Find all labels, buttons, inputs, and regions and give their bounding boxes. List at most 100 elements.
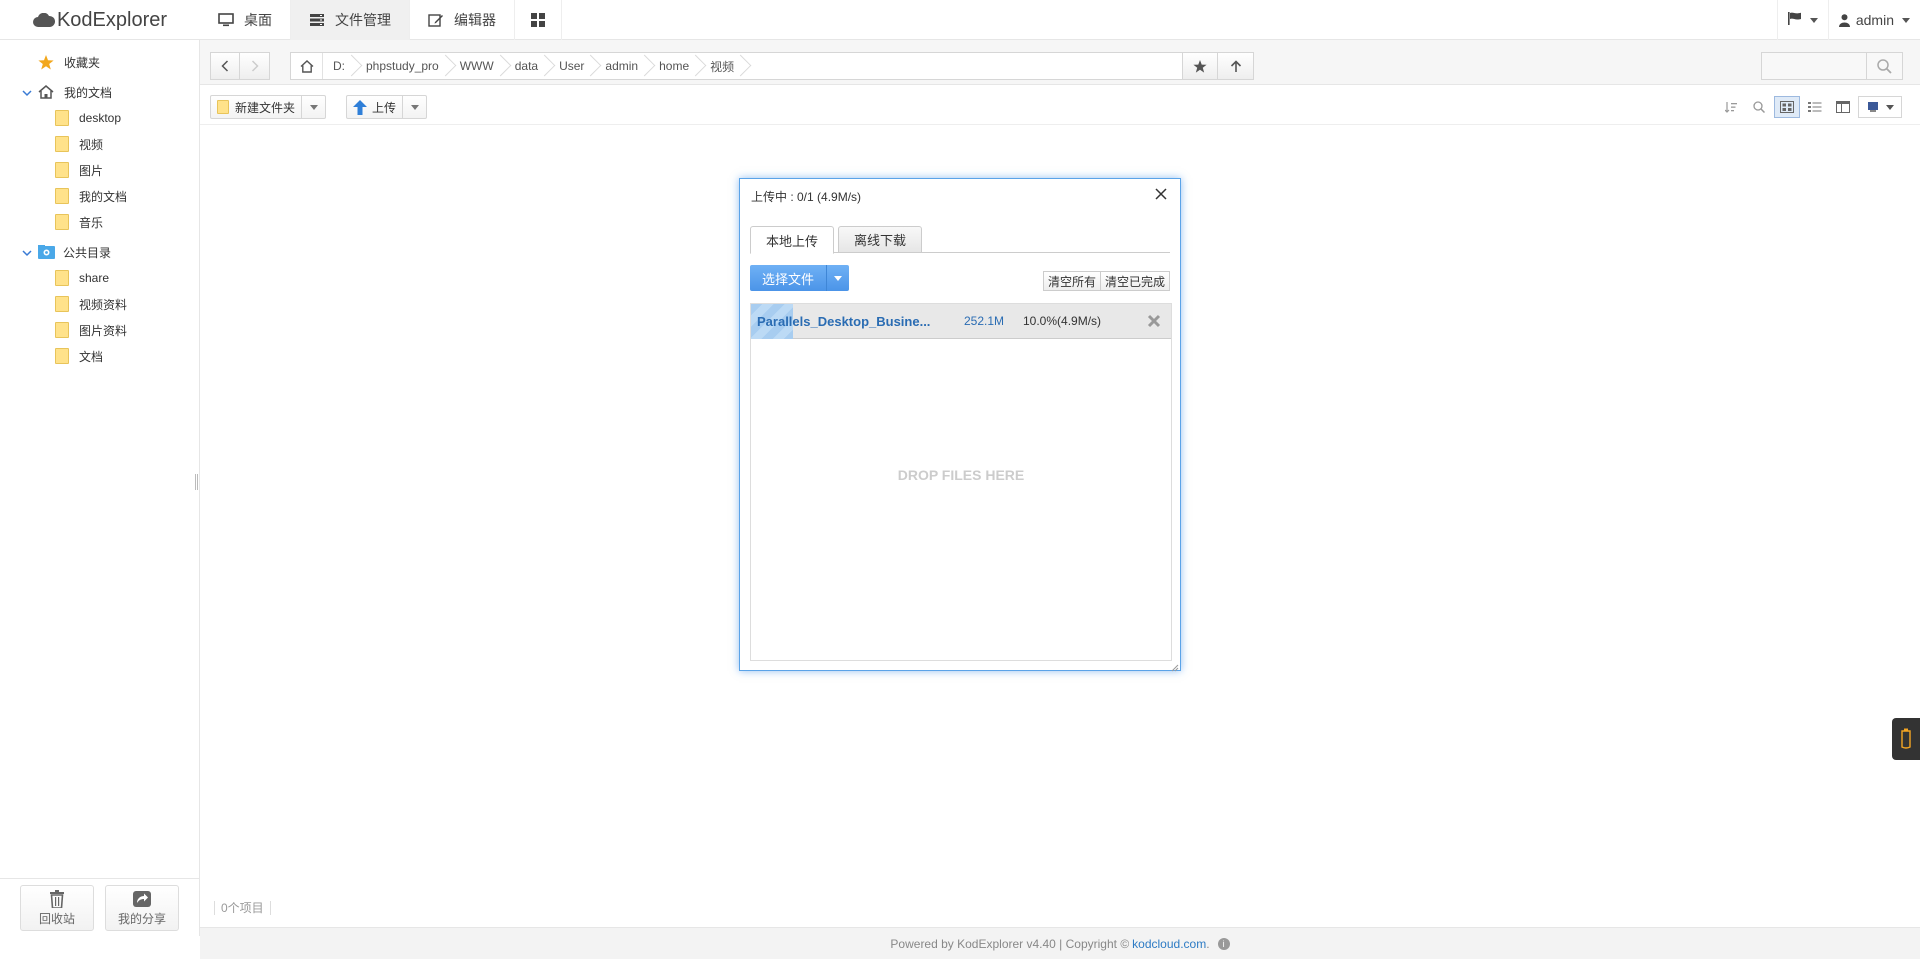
resize-grip-icon[interactable]: [1171, 661, 1179, 672]
desktop-icon: [218, 13, 234, 27]
address-bar: D: phpstudy_pro WWW data User admin home…: [200, 40, 1920, 85]
tab-local-upload[interactable]: 本地上传: [750, 226, 835, 254]
upload-dropdown-button[interactable]: [402, 96, 426, 118]
breadcrumb-item[interactable]: 视频: [700, 53, 745, 79]
folder-icon: [55, 270, 69, 286]
upload-list[interactable]: Parallels_Desktop_Busine... 252.1M 10.0%…: [750, 303, 1172, 661]
star-icon: [38, 54, 54, 70]
favorite-button[interactable]: [1182, 52, 1218, 80]
page-footer: Powered by KodExplorer v4.40 | Copyright…: [200, 927, 1920, 959]
upload-group: 上传: [346, 95, 428, 119]
choose-file-button[interactable]: 选择文件: [750, 265, 827, 291]
new-dropdown-button[interactable]: [301, 96, 325, 118]
parent-folder-button[interactable]: [1218, 52, 1254, 80]
tree-item-public[interactable]: 公共目录: [22, 241, 111, 263]
close-icon[interactable]: [1154, 187, 1168, 201]
sidebar-tree: 收藏夹 我的文档 desktop 视频 图片 我的文档 音乐 公共目录 shar…: [0, 40, 200, 936]
zoom-icon: [1753, 101, 1765, 113]
user-menu[interactable]: admin: [1827, 0, 1920, 40]
my-share-button[interactable]: 我的分享: [105, 885, 179, 931]
breadcrumb-item[interactable]: D:: [323, 53, 356, 79]
search-button[interactable]: [1866, 53, 1902, 79]
language-menu[interactable]: [1776, 0, 1828, 40]
footer-text: Powered by KodExplorer v4.40 | Copyright…: [890, 936, 1130, 951]
breadcrumb-item[interactable]: phpstudy_pro: [356, 53, 450, 79]
tab-offline-download[interactable]: 离线下载: [838, 226, 923, 253]
side-panel-toggle[interactable]: [1892, 718, 1920, 760]
zoom-button[interactable]: [1746, 96, 1772, 118]
forward-button[interactable]: [240, 52, 270, 80]
tree-label: share: [79, 271, 110, 285]
tree-item-picture-materials[interactable]: 图片资料: [55, 319, 127, 341]
breadcrumb-item[interactable]: data: [505, 53, 549, 79]
clear-all-button[interactable]: 清空所有: [1042, 271, 1101, 291]
tree-item-music[interactable]: 音乐: [55, 211, 103, 233]
breadcrumb-item[interactable]: home: [649, 53, 700, 79]
search-input[interactable]: [1762, 53, 1866, 79]
new-folder-button[interactable]: 新建文件夹: [211, 96, 301, 118]
folder-icon: [55, 110, 69, 126]
tree-label: 收藏夹: [64, 55, 101, 70]
history-buttons: [210, 52, 270, 80]
drop-zone-hint: DROP FILES HERE: [897, 467, 1025, 483]
breadcrumb-home[interactable]: [291, 53, 323, 79]
tree-item-video-materials[interactable]: 视频资料: [55, 293, 127, 315]
chevron-down-icon: [1885, 104, 1894, 110]
arrow-up-icon: [1230, 59, 1242, 73]
sort-button[interactable]: [1718, 96, 1744, 118]
tree-item-desktop[interactable]: desktop: [55, 107, 121, 129]
app-logo[interactable]: KodExplorer: [0, 0, 200, 40]
nav-file-manager[interactable]: 文件管理: [291, 0, 410, 40]
tree-label: 图片资料: [79, 323, 128, 338]
breadcrumb-item[interactable]: admin: [595, 53, 649, 79]
list-view-button[interactable]: [1802, 96, 1828, 118]
back-button[interactable]: [210, 52, 240, 80]
chevron-down-icon[interactable]: [22, 87, 32, 97]
upload-button[interactable]: 上传: [347, 96, 402, 118]
nav-desktop[interactable]: 桌面: [200, 0, 291, 40]
theme-select[interactable]: [1858, 96, 1902, 118]
choose-file-dropdown[interactable]: [826, 265, 850, 291]
info-icon[interactable]: i: [1217, 937, 1230, 950]
footer-period: .: [1206, 936, 1210, 951]
tree-item-documents[interactable]: 我的文档: [55, 185, 127, 207]
nav-editor[interactable]: 编辑器: [410, 0, 515, 40]
chevron-down-icon: [410, 104, 419, 110]
home-icon: [300, 59, 314, 73]
tree-item-docs[interactable]: 文档: [55, 345, 103, 367]
public-folder-icon: [38, 245, 55, 259]
remove-icon[interactable]: [1147, 314, 1161, 328]
recycle-bin-button[interactable]: 回收站: [20, 885, 94, 931]
chevron-down-icon[interactable]: [22, 247, 32, 257]
tree-item-pictures[interactable]: 图片: [55, 159, 103, 181]
folder-icon: [55, 322, 69, 338]
tree-item-my-docs[interactable]: 我的文档: [22, 81, 112, 103]
footer-link[interactable]: kodcloud.com: [1132, 937, 1206, 951]
split-view-button[interactable]: [1830, 96, 1856, 118]
breadcrumb-item[interactable]: User: [549, 53, 595, 79]
tree-label: 音乐: [79, 215, 104, 230]
upload-item: Parallels_Desktop_Busine... 252.1M 10.0%…: [751, 304, 1171, 339]
search-box: [1761, 52, 1903, 80]
sidebar-resize-handle[interactable]: [195, 474, 198, 490]
icon-view-button[interactable]: [1774, 96, 1800, 118]
editor-icon: [428, 13, 444, 27]
tree-item-videos[interactable]: 视频: [55, 133, 103, 155]
upload-file-name: Parallels_Desktop_Busine...: [757, 314, 931, 329]
nav-desktop-label: 桌面: [244, 12, 272, 28]
upload-label: 上传: [372, 100, 397, 115]
tree-label: 我的文档: [79, 189, 128, 204]
app-name: KodExplorer: [56, 8, 168, 31]
tree-label: 视频: [79, 137, 104, 152]
apps-grid-icon: [530, 13, 546, 27]
clear-finished-button[interactable]: 清空已完成: [1100, 271, 1170, 291]
tree-item-favorites[interactable]: 收藏夹: [38, 51, 100, 73]
folder-icon: [217, 100, 229, 114]
list-view-icon: [1808, 101, 1822, 113]
nav-apps[interactable]: [515, 0, 562, 40]
tree-label: 文档: [79, 349, 104, 364]
tree-item-share[interactable]: share: [55, 267, 109, 289]
tree-label: 公共目录: [63, 245, 112, 260]
breadcrumb-item[interactable]: WWW: [450, 53, 505, 79]
upload-status: 10.0%(4.9M/s): [1023, 314, 1102, 328]
